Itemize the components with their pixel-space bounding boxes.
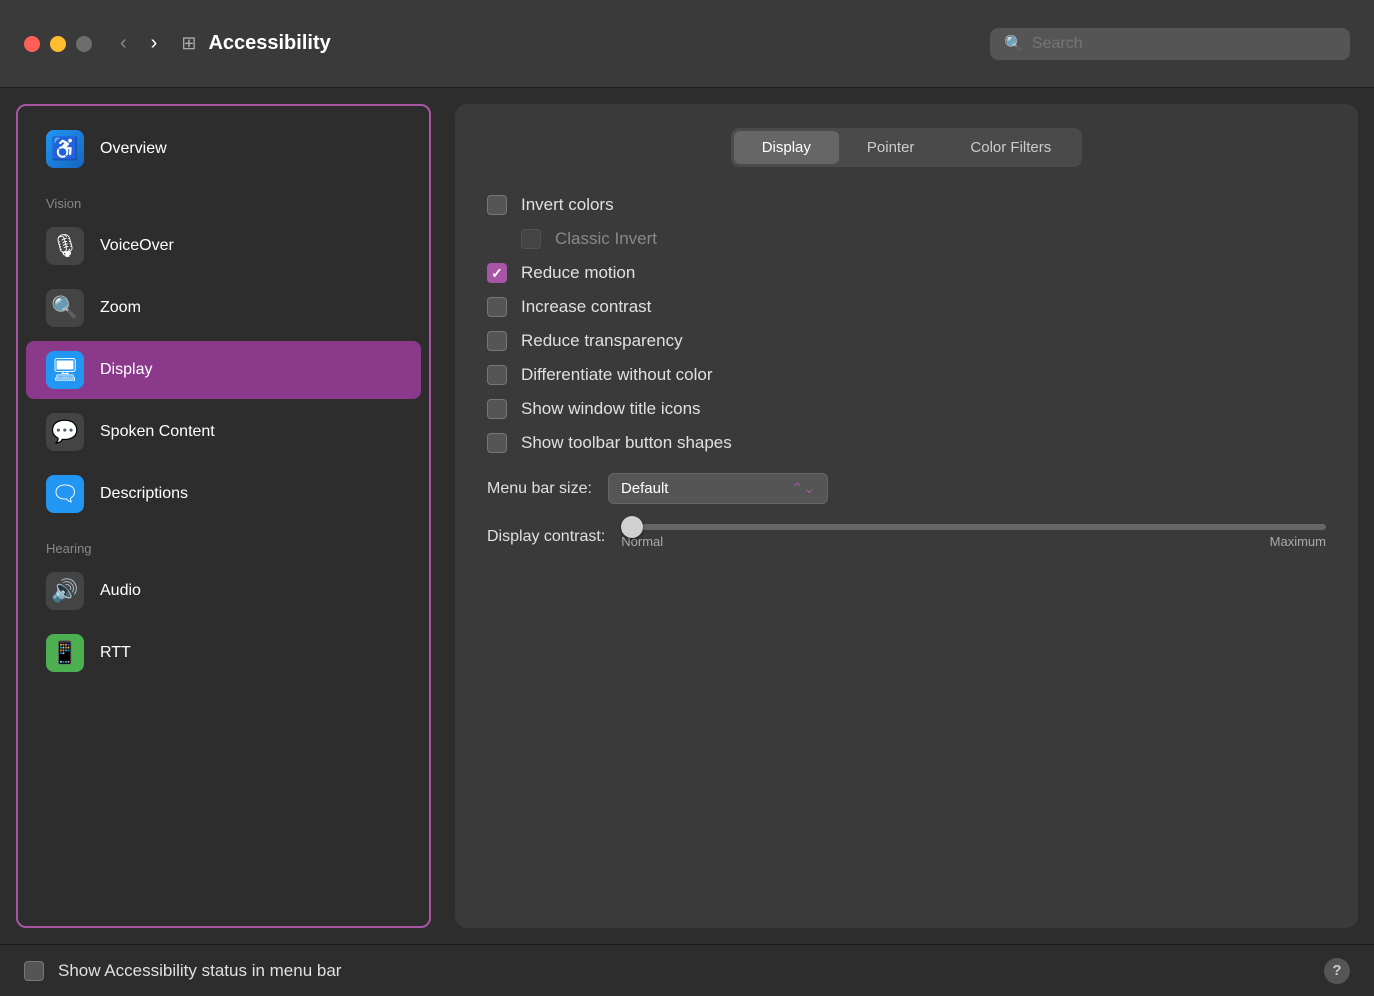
option-label-reduce-motion: Reduce motion	[521, 263, 635, 283]
menu-bar-size-select[interactable]: Default ⌃⌄	[608, 473, 828, 504]
panel-card: Display Pointer Color Filters Invert col…	[455, 104, 1358, 928]
grid-icon: ⊞	[181, 33, 196, 54]
sidebar-item-rtt[interactable]: 📱 RTT	[26, 624, 421, 682]
sidebar: ♿ Overview Vision 🎙 VoiceOver 🔍 Zoom 🖥 D…	[16, 104, 431, 928]
main-content: ♿ Overview Vision 🎙 VoiceOver 🔍 Zoom 🖥 D…	[0, 88, 1374, 944]
help-button[interactable]: ?	[1324, 958, 1350, 984]
option-row-invert-colors: Invert colors	[487, 195, 1326, 215]
sidebar-item-overview[interactable]: ♿ Overview	[26, 120, 421, 178]
titlebar: ‹ › ⊞ Accessibility 🔍	[0, 0, 1374, 88]
tab-display[interactable]: Display	[734, 131, 839, 164]
maximize-button[interactable]	[76, 36, 92, 52]
checkbox-show-accessibility-status[interactable]	[24, 961, 44, 981]
option-label-differentiate-without-color: Differentiate without color	[521, 365, 713, 385]
right-panel: Display Pointer Color Filters Invert col…	[431, 88, 1374, 944]
sidebar-item-descriptions[interactable]: 🗨 Descriptions	[26, 465, 421, 523]
sidebar-label-overview: Overview	[100, 140, 167, 158]
sidebar-label-display: Display	[100, 361, 152, 379]
sidebar-label-descriptions: Descriptions	[100, 485, 188, 503]
display-contrast-slider-track	[621, 524, 1326, 530]
tab-color-filters[interactable]: Color Filters	[942, 131, 1079, 164]
checkbox-show-window-title-icons[interactable]	[487, 399, 507, 419]
tab-pointer[interactable]: Pointer	[839, 131, 943, 164]
overview-icon: ♿	[46, 130, 84, 168]
checkbox-show-toolbar-button-shapes[interactable]	[487, 433, 507, 453]
menu-bar-size-value: Default	[621, 480, 669, 497]
option-row-differentiate-without-color: Differentiate without color	[487, 365, 1326, 385]
sidebar-label-zoom: Zoom	[100, 299, 141, 317]
forward-button[interactable]: ›	[143, 28, 166, 59]
descriptions-icon: 🗨	[46, 475, 84, 513]
sidebar-item-zoom[interactable]: 🔍 Zoom	[26, 279, 421, 337]
voiceover-icon: 🎙	[46, 227, 84, 265]
spoken-content-icon: 💬	[46, 413, 84, 451]
option-label-show-toolbar-button-shapes: Show toolbar button shapes	[521, 433, 732, 453]
search-bar[interactable]: 🔍	[990, 28, 1350, 60]
option-label-show-window-title-icons: Show window title icons	[521, 399, 701, 419]
section-label-hearing: Hearing	[18, 531, 429, 560]
sidebar-item-display[interactable]: 🖥 Display	[26, 341, 421, 399]
option-row-show-window-title-icons: Show window title icons	[487, 399, 1326, 419]
sidebar-item-spoken-content[interactable]: 💬 Spoken Content	[26, 403, 421, 461]
section-label-vision: Vision	[18, 186, 429, 215]
sidebar-item-audio[interactable]: 🔊 Audio	[26, 562, 421, 620]
display-contrast-row: Display contrast: Normal Maximum	[487, 524, 1326, 549]
display-icon: 🖥	[46, 351, 84, 389]
checkbox-increase-contrast[interactable]	[487, 297, 507, 317]
search-input[interactable]	[1032, 35, 1336, 53]
slider-labels: Normal Maximum	[621, 534, 1326, 549]
option-row-increase-contrast: Increase contrast	[487, 297, 1326, 317]
select-arrows-icon: ⌃⌄	[791, 480, 814, 497]
zoom-icon: 🔍	[46, 289, 84, 327]
option-label-increase-contrast: Increase contrast	[521, 297, 651, 317]
bottom-bar: Show Accessibility status in menu bar ?	[0, 944, 1374, 996]
window-title: Accessibility	[208, 32, 990, 55]
back-button[interactable]: ‹	[112, 28, 135, 59]
sidebar-item-voiceover[interactable]: 🎙 VoiceOver	[26, 217, 421, 275]
rtt-icon: 📱	[46, 634, 84, 672]
checkbox-invert-colors[interactable]	[487, 195, 507, 215]
slider-max-label: Maximum	[1270, 534, 1326, 549]
option-row-reduce-transparency: Reduce transparency	[487, 331, 1326, 351]
sidebar-label-audio: Audio	[100, 582, 141, 600]
traffic-lights	[24, 36, 92, 52]
sidebar-label-spoken-content: Spoken Content	[100, 423, 215, 441]
display-contrast-slider-thumb[interactable]	[621, 516, 643, 538]
checkbox-classic-invert[interactable]	[521, 229, 541, 249]
sidebar-label-voiceover: VoiceOver	[100, 237, 174, 255]
option-label-reduce-transparency: Reduce transparency	[521, 331, 683, 351]
option-row-reduce-motion: Reduce motion	[487, 263, 1326, 283]
sidebar-label-rtt: RTT	[100, 644, 131, 662]
bottom-bar-label: Show Accessibility status in menu bar	[58, 961, 341, 981]
audio-icon: 🔊	[46, 572, 84, 610]
option-label-classic-invert: Classic Invert	[555, 229, 657, 249]
display-contrast-label: Display contrast:	[487, 528, 605, 546]
checkbox-reduce-motion[interactable]	[487, 263, 507, 283]
display-contrast-slider-container: Normal Maximum	[621, 524, 1326, 549]
close-button[interactable]	[24, 36, 40, 52]
checkbox-differentiate-without-color[interactable]	[487, 365, 507, 385]
minimize-button[interactable]	[50, 36, 66, 52]
bottom-left: Show Accessibility status in menu bar	[24, 961, 341, 981]
option-row-classic-invert: Classic Invert	[521, 229, 1326, 249]
menu-bar-size-row: Menu bar size: Default ⌃⌄	[487, 473, 1326, 504]
option-row-show-toolbar-button-shapes: Show toolbar button shapes	[487, 433, 1326, 453]
tab-bar: Display Pointer Color Filters	[731, 128, 1083, 167]
nav-arrows: ‹ ›	[112, 28, 165, 59]
option-label-invert-colors: Invert colors	[521, 195, 614, 215]
checkbox-reduce-transparency[interactable]	[487, 331, 507, 351]
menu-bar-size-label: Menu bar size:	[487, 480, 592, 498]
search-icon: 🔍	[1004, 34, 1024, 54]
